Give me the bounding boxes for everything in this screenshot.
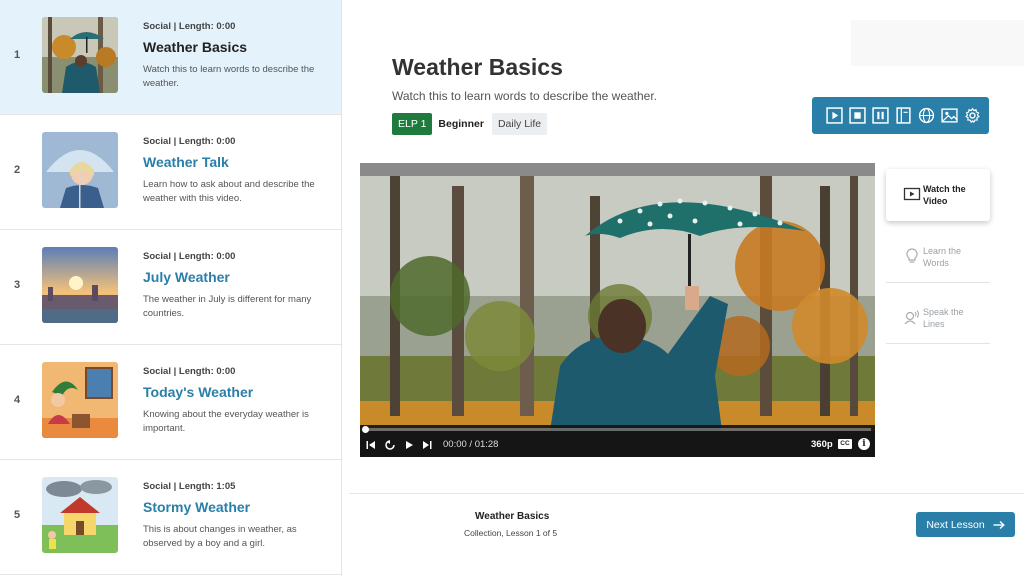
lesson-title: Today's Weather <box>143 384 254 400</box>
lesson-meta: Social | Length: 0:00 <box>143 366 236 377</box>
lesson-meta: Social | Length: 1:05 <box>143 481 236 492</box>
reader-toolbar <box>812 97 989 134</box>
quality-button[interactable]: 360p <box>811 439 833 450</box>
video-progress-bar[interactable] <box>362 426 871 433</box>
video-player[interactable]: 00:00 / 01:28 360p CC i <box>360 163 875 457</box>
lesson-title: Weather Basics <box>143 39 248 55</box>
lesson-item-4[interactable]: 4 Social | Length: 0:00 Today's Weather … <box>0 345 341 460</box>
lesson-item-1[interactable]: 1 Social | Length: 0:00 Weather Basics W… <box>0 0 341 115</box>
next-lesson-button[interactable]: Next Lesson <box>916 512 1015 537</box>
lesson-description: Learn how to ask about and describe the … <box>143 179 315 204</box>
video-icon <box>903 187 921 201</box>
level-name: Beginner <box>438 118 484 130</box>
lesson-description: The weather in July is different for man… <box>143 294 312 319</box>
progress-knob[interactable] <box>362 426 369 433</box>
speak-icon <box>904 310 920 325</box>
lesson-thumbnail <box>42 17 118 93</box>
gear-icon[interactable] <box>962 106 982 126</box>
lesson-sidebar: 1 Social | Length: 0:00 Weather Basics W… <box>0 0 342 576</box>
video-top-strip <box>360 163 875 176</box>
lesson-meta: Social | Length: 0:00 <box>143 251 236 262</box>
lesson-thumbnail <box>42 477 118 553</box>
lesson-meta: Social | Length: 0:00 <box>143 136 236 147</box>
skip-back-icon[interactable] <box>366 439 376 451</box>
globe-icon[interactable] <box>916 106 936 126</box>
lesson-item-5[interactable]: 5 Social | Length: 1:05 Stormy Weather T… <box>0 460 341 575</box>
lesson-title: Weather Talk <box>143 154 229 170</box>
rewind-icon[interactable] <box>384 439 396 451</box>
footer-lesson-title: Weather Basics <box>475 511 550 522</box>
lesson-number: 1 <box>14 49 21 61</box>
footer-divider <box>349 493 1024 494</box>
lesson-description: This is about changes in weather, as obs… <box>143 524 297 549</box>
step-speak-lines[interactable]: Speak the Lines <box>886 292 990 344</box>
footer-lesson-position: Collection, Lesson 1 of 5 <box>464 528 558 538</box>
stop-icon[interactable] <box>847 106 867 126</box>
page-title: Weather Basics <box>392 54 563 80</box>
step-label: Watch the Video <box>923 184 966 206</box>
pause-icon[interactable] <box>870 106 890 126</box>
lesson-number: 5 <box>14 509 21 521</box>
book-icon[interactable] <box>893 106 913 126</box>
lesson-number: 4 <box>14 394 21 406</box>
video-frame <box>360 176 875 431</box>
play-button-icon[interactable] <box>404 439 414 451</box>
lesson-description: Watch this to learn words to describe th… <box>143 64 315 89</box>
lesson-title: July Weather <box>143 269 230 285</box>
top-right-panel <box>851 20 1024 66</box>
lesson-thumbnail <box>42 247 118 323</box>
page-subtitle: Watch this to learn words to describe th… <box>392 89 658 103</box>
lesson-number: 2 <box>14 164 21 176</box>
skip-forward-icon[interactable] <box>422 439 432 451</box>
video-time: 00:00 / 01:28 <box>443 439 499 450</box>
lesson-tags: ELP 1 Beginner Daily Life <box>392 113 548 135</box>
topic-tag: Daily Life <box>491 113 548 135</box>
step-learn-words[interactable]: Learn the Words <box>886 231 990 283</box>
lesson-thumbnail <box>42 362 118 438</box>
lesson-description: Knowing about the everyday weather is im… <box>143 409 309 434</box>
image-icon[interactable] <box>939 106 959 126</box>
lesson-meta: Social | Length: 0:00 <box>143 21 236 32</box>
lesson-item-2[interactable]: 2 Social | Length: 0:00 Weather Talk Lea… <box>0 115 341 230</box>
lesson-item-3[interactable]: 3 Social | Length: 0:00 July Weather The… <box>0 230 341 345</box>
level-badge: ELP 1 <box>392 113 433 135</box>
play-icon[interactable] <box>824 106 844 126</box>
step-label: Speak the Lines <box>923 307 964 329</box>
step-watch-video[interactable]: Watch the Video <box>886 169 990 221</box>
lesson-thumbnail <box>42 132 118 208</box>
lightbulb-icon <box>906 248 918 263</box>
step-label: Learn the Words <box>923 246 962 268</box>
lesson-title: Stormy Weather <box>143 499 251 515</box>
lesson-number: 3 <box>14 279 21 291</box>
info-icon[interactable]: i <box>858 438 870 450</box>
next-lesson-label: Next Lesson <box>926 518 985 531</box>
arrow-right-icon <box>993 520 1005 529</box>
video-controls: 00:00 / 01:28 360p CC i <box>360 425 875 457</box>
captions-button[interactable]: CC <box>838 439 852 449</box>
